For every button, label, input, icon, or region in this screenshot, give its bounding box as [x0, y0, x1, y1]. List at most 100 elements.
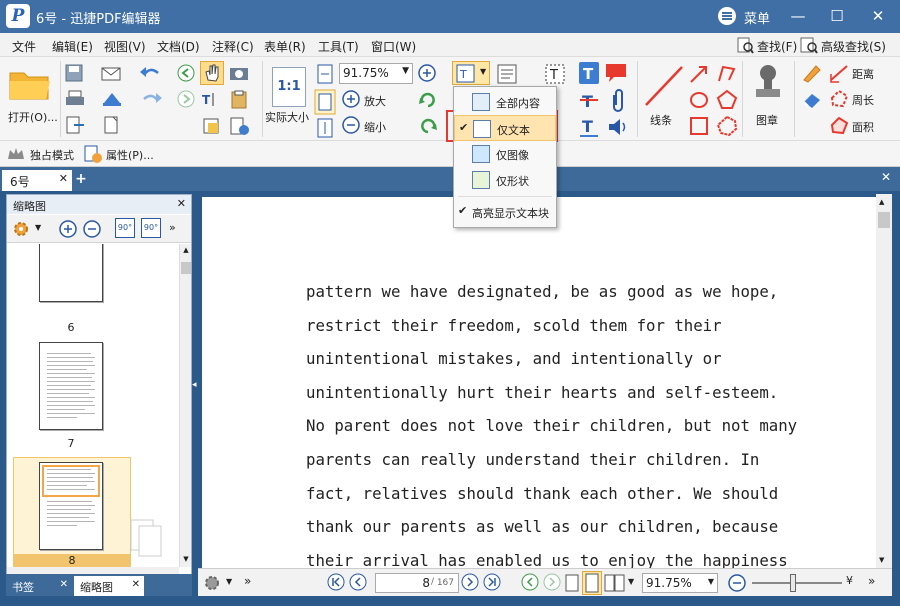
previous-page-icon[interactable] — [348, 572, 368, 592]
polygon-line-icon[interactable] — [716, 63, 738, 85]
export-icon[interactable] — [64, 115, 86, 135]
content-filter-button[interactable]: T ▼ — [452, 61, 490, 85]
close-tab-icon[interactable]: ✕ — [60, 579, 68, 590]
properties-button[interactable]: 属性(P)... — [106, 147, 154, 163]
chevron-down-icon[interactable]: ▼ — [35, 223, 41, 232]
gear-icon[interactable] — [202, 573, 222, 593]
new-document-icon[interactable] — [100, 115, 124, 135]
scroll-down-icon[interactable]: ▼ — [879, 556, 884, 564]
fit-visible-icon[interactable] — [315, 117, 335, 139]
text-tool-icon[interactable]: T — [578, 61, 600, 85]
pentagon-tool-icon[interactable] — [716, 89, 738, 111]
close-tab-icon[interactable]: ✕ — [132, 579, 140, 590]
redo-icon[interactable] — [138, 89, 164, 109]
tab-thumbnails[interactable]: 缩略图 ✕ — [74, 576, 144, 596]
tab-document[interactable]: 6号 ✕ — [2, 170, 72, 191]
distance-icon[interactable] — [828, 62, 850, 84]
snapshot-icon[interactable] — [228, 63, 252, 83]
zoom-in-icon[interactable] — [340, 88, 362, 110]
crop-icon[interactable] — [200, 115, 224, 137]
next-page-icon[interactable] — [460, 572, 480, 592]
scroll-thumb[interactable] — [878, 212, 890, 228]
document-scrollbar[interactable]: ▲ ▼ — [876, 194, 892, 568]
pencil-icon[interactable] — [800, 62, 824, 84]
menu-view[interactable]: 视图(V) — [104, 38, 146, 55]
fit-width-icon[interactable] — [315, 63, 335, 85]
paperclip-icon[interactable] — [608, 89, 628, 113]
clipboard-icon[interactable] — [228, 89, 252, 109]
menu-tools[interactable]: 工具(T) — [318, 38, 359, 55]
menu-comment[interactable]: 注释(C) — [212, 38, 254, 55]
email-icon[interactable] — [100, 63, 124, 83]
hand-tool-button[interactable] — [200, 61, 224, 85]
zoom-out-thumb-icon[interactable] — [81, 218, 103, 240]
ellipse-tool-icon[interactable] — [688, 89, 710, 111]
more-options-icon[interactable]: » — [244, 574, 251, 588]
history-forward-icon[interactable] — [542, 572, 562, 592]
perimeter-label[interactable]: 周长 — [852, 92, 874, 108]
advanced-find-button[interactable]: 高级查找(S) — [821, 38, 886, 55]
first-page-icon[interactable] — [326, 572, 346, 592]
strikethrough-icon[interactable]: T — [578, 89, 600, 113]
stamp-icon[interactable] — [752, 63, 784, 107]
sound-icon[interactable] — [606, 115, 630, 139]
add-tab-button[interactable]: + — [74, 172, 88, 186]
menu-edit[interactable]: 编辑(E) — [52, 38, 93, 55]
close-all-tabs-icon[interactable]: ✕ — [878, 170, 894, 186]
rectangle-tool-icon[interactable] — [688, 115, 710, 137]
menu-item-image-only[interactable]: 仅图像 — [454, 141, 556, 167]
close-panel-icon[interactable]: ✕ — [177, 197, 186, 210]
pdf-page[interactable]: pattern we have designated, be as good a… — [202, 197, 876, 571]
scroll-up-icon[interactable]: ▲ — [181, 246, 191, 256]
zoom-in-thumb-icon[interactable] — [57, 218, 79, 240]
note-icon[interactable] — [604, 61, 630, 85]
menu-document[interactable]: 文档(D) — [157, 38, 200, 55]
zoom-out-status-icon[interactable] — [726, 572, 748, 594]
rotate-right-thumb-button[interactable]: 90° — [141, 218, 161, 238]
rotate-ccw-icon[interactable] — [417, 115, 439, 137]
more-options-icon[interactable]: » — [169, 221, 176, 234]
edit-text-icon[interactable]: T — [544, 63, 568, 85]
close-tab-icon[interactable]: ✕ — [59, 172, 68, 185]
menu-item-shape-only[interactable]: 仅形状 — [454, 167, 556, 193]
select-text-icon[interactable]: T — [200, 89, 226, 109]
scroll-thumb[interactable] — [181, 262, 191, 274]
zoom-out-icon[interactable] — [340, 114, 362, 136]
history-back-icon[interactable] — [520, 572, 540, 592]
more-options-icon[interactable]: » — [868, 574, 875, 588]
thumbnail-page-8[interactable] — [39, 462, 103, 550]
menu-item-all-content[interactable]: 全部内容 — [454, 89, 556, 115]
zoom-combo[interactable]: 91.75% ▼ — [339, 63, 413, 84]
fit-page-icon[interactable] — [313, 89, 337, 115]
distance-label[interactable]: 距离 — [852, 66, 874, 82]
upload-icon[interactable] — [100, 89, 124, 109]
zoom-in-label[interactable]: 放大 — [364, 93, 386, 109]
print-icon[interactable] — [64, 89, 86, 109]
area-icon[interactable] — [828, 115, 850, 137]
scroll-up-icon[interactable]: ▲ — [879, 198, 884, 206]
typewriter-icon[interactable] — [496, 61, 526, 87]
menu-icon[interactable] — [718, 7, 736, 25]
zoom-slider-thumb[interactable] — [790, 574, 796, 592]
back-icon[interactable] — [175, 63, 197, 83]
menu-item-text-only[interactable]: ✔ 仅文本 — [454, 115, 556, 141]
save-icon[interactable] — [64, 63, 86, 83]
open-folder-icon[interactable] — [8, 65, 52, 103]
menu-button-label[interactable]: 菜单 — [744, 8, 770, 27]
perimeter-icon[interactable] — [828, 88, 850, 110]
menu-window[interactable]: 窗口(W) — [371, 38, 416, 55]
chevron-down-icon[interactable]: ▼ — [226, 577, 232, 586]
find-button[interactable]: 查找(F) — [757, 38, 797, 55]
chevron-down-icon[interactable]: ▼ — [628, 577, 634, 586]
minimize-button[interactable]: — — [786, 5, 810, 27]
open-label[interactable]: 打开(O)... — [8, 109, 58, 125]
page-number-field[interactable]: 8 / 167 — [375, 573, 459, 593]
menu-form[interactable]: 表单(R) — [264, 38, 306, 55]
underline-icon[interactable]: T — [578, 115, 600, 139]
eraser-icon[interactable] — [800, 88, 824, 110]
thumbnail-scrollbar[interactable]: ▲ ▼ — [179, 244, 191, 567]
zoom-out-label[interactable]: 缩小 — [364, 119, 386, 135]
single-page-icon[interactable] — [564, 573, 580, 593]
maximize-button[interactable]: ☐ — [825, 5, 849, 27]
line-tool-icon[interactable] — [642, 63, 686, 109]
